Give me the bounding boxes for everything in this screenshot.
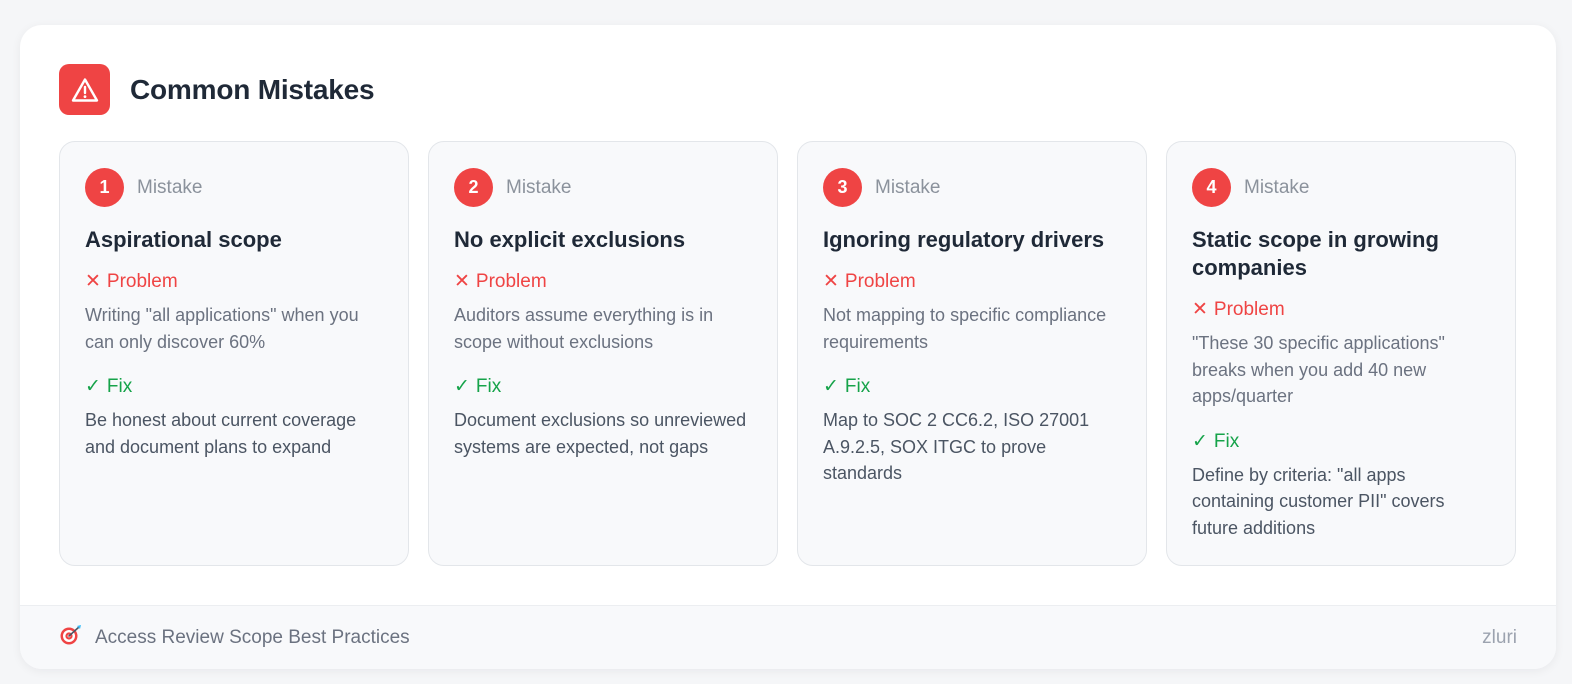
cross-icon: ✕: [454, 271, 470, 292]
card-header: 2 Mistake: [454, 168, 752, 207]
problem-text: Auditors assume everything is in scope w…: [454, 305, 714, 352]
problem-label: ✕ Problem: [85, 270, 383, 294]
page-title: Common Mistakes: [130, 73, 375, 105]
cross-icon: ✕: [823, 271, 839, 292]
problem-label: ✕ Problem: [1192, 298, 1490, 322]
fix-label: ✓ Fix: [1192, 430, 1490, 454]
panel-footer: Access Review Scope Best Practices zluri: [20, 605, 1556, 669]
mistake-title: No explicit exclusions: [454, 227, 686, 252]
problem-label: ✕ Problem: [823, 270, 1121, 294]
warning-triangle-icon: [59, 64, 110, 115]
fix-label: ✓ Fix: [454, 375, 752, 399]
checkmark-icon: ✓: [85, 376, 101, 397]
fix-text: Document exclusions so unreviewed system…: [454, 410, 747, 457]
mistake-tag: Mistake: [875, 176, 941, 198]
mistake-card-2: 2 Mistake No explicit exclusions ✕ Probl…: [428, 141, 778, 566]
common-mistakes-panel: Common Mistakes 1 Mistake Aspirational s…: [20, 25, 1556, 669]
fix-text: Map to SOC 2 CC6.2, ISO 27001 A.9.2.5, S…: [823, 410, 1090, 483]
card-header: 1 Mistake: [85, 168, 383, 207]
mistake-card-1: 1 Mistake Aspirational scope ✕ Problem W…: [59, 141, 409, 566]
mistake-card-3: 3 Mistake Ignoring regulatory drivers ✕ …: [797, 141, 1147, 566]
mistake-card-4: 4 Mistake Static scope in growing compan…: [1166, 141, 1516, 566]
brand-name: zluri: [1482, 626, 1517, 648]
mistake-title: Static scope in growing companies: [1192, 227, 1439, 280]
card-header: 4 Mistake: [1192, 168, 1490, 207]
fix-label-text: Fix: [1213, 430, 1240, 452]
cross-icon: ✕: [1192, 299, 1208, 320]
mistake-number-badge: 2: [454, 168, 493, 207]
problem-label: ✕ Problem: [454, 270, 752, 294]
problem-label-text: Problem: [475, 271, 547, 292]
problem-text: Writing "all applications" when you can …: [85, 305, 359, 352]
mistake-tag: Mistake: [1244, 176, 1310, 198]
mistake-title: Aspirational scope: [85, 227, 282, 252]
cross-icon: ✕: [85, 271, 101, 292]
card-header: 3 Mistake: [823, 168, 1121, 207]
mistake-cards: 1 Mistake Aspirational scope ✕ Problem W…: [59, 141, 1516, 566]
fix-label: ✓ Fix: [823, 375, 1121, 399]
footer-caption: Access Review Scope Best Practices: [59, 624, 410, 651]
problem-label-text: Problem: [1213, 299, 1285, 320]
panel-header: Common Mistakes: [59, 64, 375, 115]
fix-text: Be honest about current coverage and doc…: [85, 410, 357, 457]
mistake-tag: Mistake: [137, 176, 203, 198]
problem-text: Not mapping to specific compliance requi…: [823, 305, 1107, 352]
problem-label-text: Problem: [844, 271, 916, 292]
fix-label-text: Fix: [106, 376, 133, 397]
problem-label-text: Problem: [106, 271, 178, 292]
checkmark-icon: ✓: [454, 376, 470, 397]
mistake-title: Ignoring regulatory drivers: [823, 227, 1105, 252]
checkmark-icon: ✓: [1192, 430, 1208, 452]
target-dart-icon: [59, 624, 83, 651]
problem-text: "These 30 specific applications" breaks …: [1192, 333, 1445, 406]
mistake-number-badge: 1: [85, 168, 124, 207]
fix-label-text: Fix: [475, 376, 502, 397]
fix-text: Define by criteria: "all apps containing…: [1192, 464, 1445, 538]
mistake-number-badge: 4: [1192, 168, 1231, 207]
fix-label: ✓ Fix: [85, 375, 383, 399]
mistake-number-badge: 3: [823, 168, 862, 207]
footer-text: Access Review Scope Best Practices: [95, 626, 410, 648]
fix-label-text: Fix: [844, 376, 871, 397]
checkmark-icon: ✓: [823, 376, 839, 397]
mistake-tag: Mistake: [506, 176, 572, 198]
